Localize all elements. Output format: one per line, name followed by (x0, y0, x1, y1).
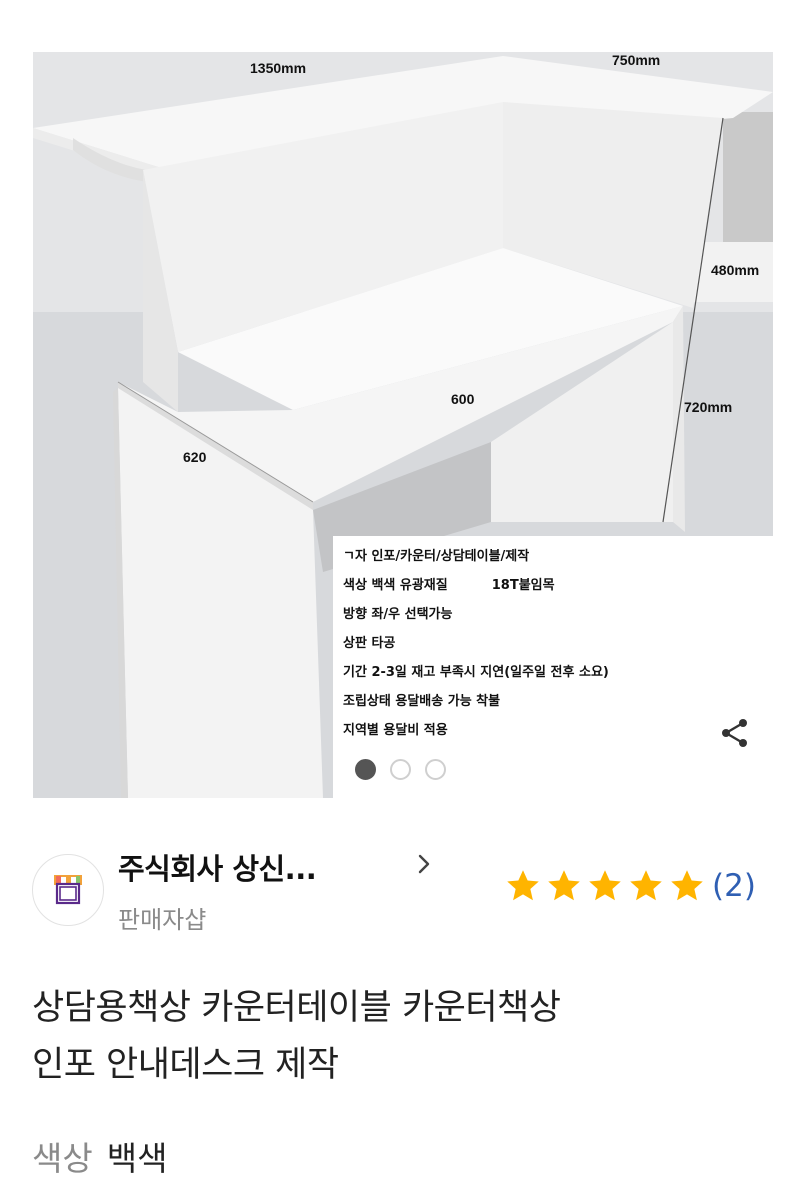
spec-line: 색상 백색 유광재질 18T붙임목 (343, 571, 773, 600)
share-icon[interactable] (718, 716, 752, 750)
dimension-label-depth: 480mm (711, 262, 760, 278)
star-icon (507, 870, 539, 901)
dimension-label-width: 1350mm (250, 60, 307, 76)
spec-line: 기간 2-3일 재고 부족시 지연(일주일 전후 소요) (343, 665, 609, 680)
dimension-label-inner-width: 600 (451, 391, 475, 407)
spec-line: 상판 타공 (343, 636, 396, 651)
seller-row[interactable]: 주식회사 상신... 판매자샵 (2) (0, 838, 810, 938)
spec-line-extra: 18T붙임목 (491, 578, 555, 593)
dimension-label-height: 720mm (684, 399, 733, 415)
option-label: 색상 (32, 1139, 93, 1178)
carousel-indicator (355, 759, 446, 780)
carousel-dot[interactable] (425, 759, 446, 780)
product-image-gallery[interactable]: 1350mm 750mm 480mm 720mm 600 620 ㄱ자 인포/카… (0, 0, 810, 800)
chevron-right-icon[interactable] (412, 852, 436, 876)
shop-icon (54, 875, 82, 905)
product-option: 색상 백색 (32, 1132, 167, 1180)
product-title-line: 상담용책상 카운터테이블 카운터책상 (32, 988, 561, 1028)
star-icon (548, 870, 580, 901)
rating[interactable]: (2) (505, 868, 756, 904)
seller-shop-label: 판매자샵 (118, 906, 207, 934)
dimension-label-width-short: 750mm (612, 52, 661, 68)
spec-line: 조립상태 용달배송 가능 착불 (343, 694, 501, 709)
star-icon (630, 870, 662, 901)
spec-line: 방향 좌/우 선택가능 (343, 607, 453, 622)
spec-line-text: 색상 백색 유광재질 (343, 578, 448, 593)
product-title-line: 인포 안내데스크 제작 (32, 1045, 339, 1085)
star-icon (589, 870, 621, 901)
star-icon (671, 870, 703, 901)
review-count-link[interactable]: (2) (712, 868, 756, 904)
spec-line: ㄱ자 인포/카운터/상담테이블/제작 (343, 549, 530, 564)
spec-line: 지역별 용달비 적용 (343, 723, 448, 738)
carousel-dot[interactable] (390, 759, 411, 780)
dimension-label-inner-depth: 620 (183, 449, 207, 465)
seller-name[interactable]: 주식회사 상신... (118, 846, 317, 888)
seller-avatar[interactable] (32, 854, 104, 926)
carousel-dot-active[interactable] (355, 759, 376, 780)
option-value: 백색 (106, 1139, 168, 1178)
product-title: 상담용책상 카운터테이블 카운터책상 인포 안내데스크 제작 (32, 980, 772, 1094)
